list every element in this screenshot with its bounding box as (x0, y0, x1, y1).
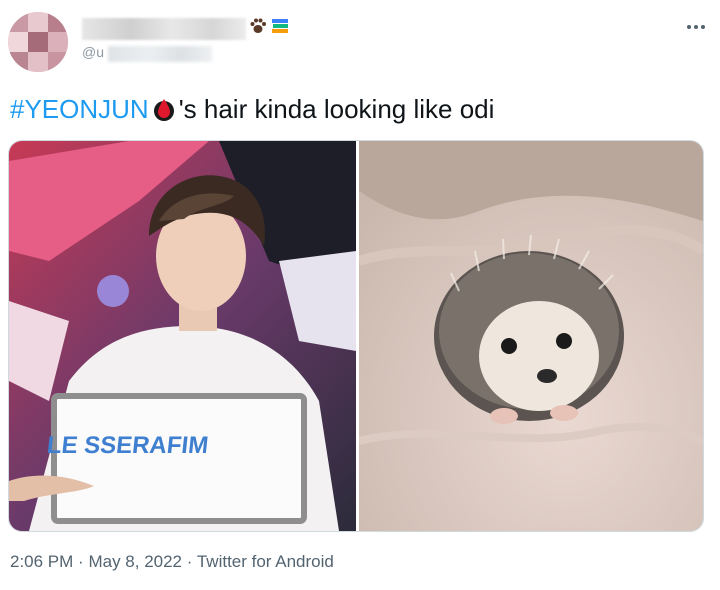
paw-emoji-icon (248, 16, 268, 41)
tweet-time[interactable]: 2:06 PM (10, 552, 73, 571)
hashtag-link[interactable]: #YEONJUN (10, 94, 149, 124)
author-handle[interactable]: @u (82, 44, 104, 60)
blood-drop-emoji-icon (153, 96, 175, 130)
author-avatar[interactable] (8, 12, 68, 72)
meta-separator: · (78, 552, 84, 571)
tweet-meta: 2:06 PM · May 8, 2022 · Twitter for Andr… (10, 552, 334, 572)
books-emoji-icon (270, 16, 290, 41)
author-display-name-redacted[interactable] (82, 18, 246, 40)
author-handle-redacted (108, 46, 212, 62)
tweet-text-body: 's hair kinda looking like odi (178, 94, 495, 124)
tweet-media-grid[interactable]: LE SSERAFIM (8, 140, 704, 532)
name-emoji-row (248, 16, 290, 41)
tweet-image-right[interactable] (359, 141, 703, 531)
sign-text: LE SSERAFIM (46, 432, 210, 459)
meta-separator: · (186, 552, 193, 571)
tweet-image-left[interactable]: LE SSERAFIM (9, 141, 356, 531)
tweet-source[interactable]: Twitter for Android (197, 552, 334, 571)
tweet-date[interactable]: May 8, 2022 (88, 552, 182, 571)
more-options-icon[interactable] (686, 14, 706, 35)
tweet-text: #YEONJUN 's hair kinda looking like odi (10, 92, 494, 130)
